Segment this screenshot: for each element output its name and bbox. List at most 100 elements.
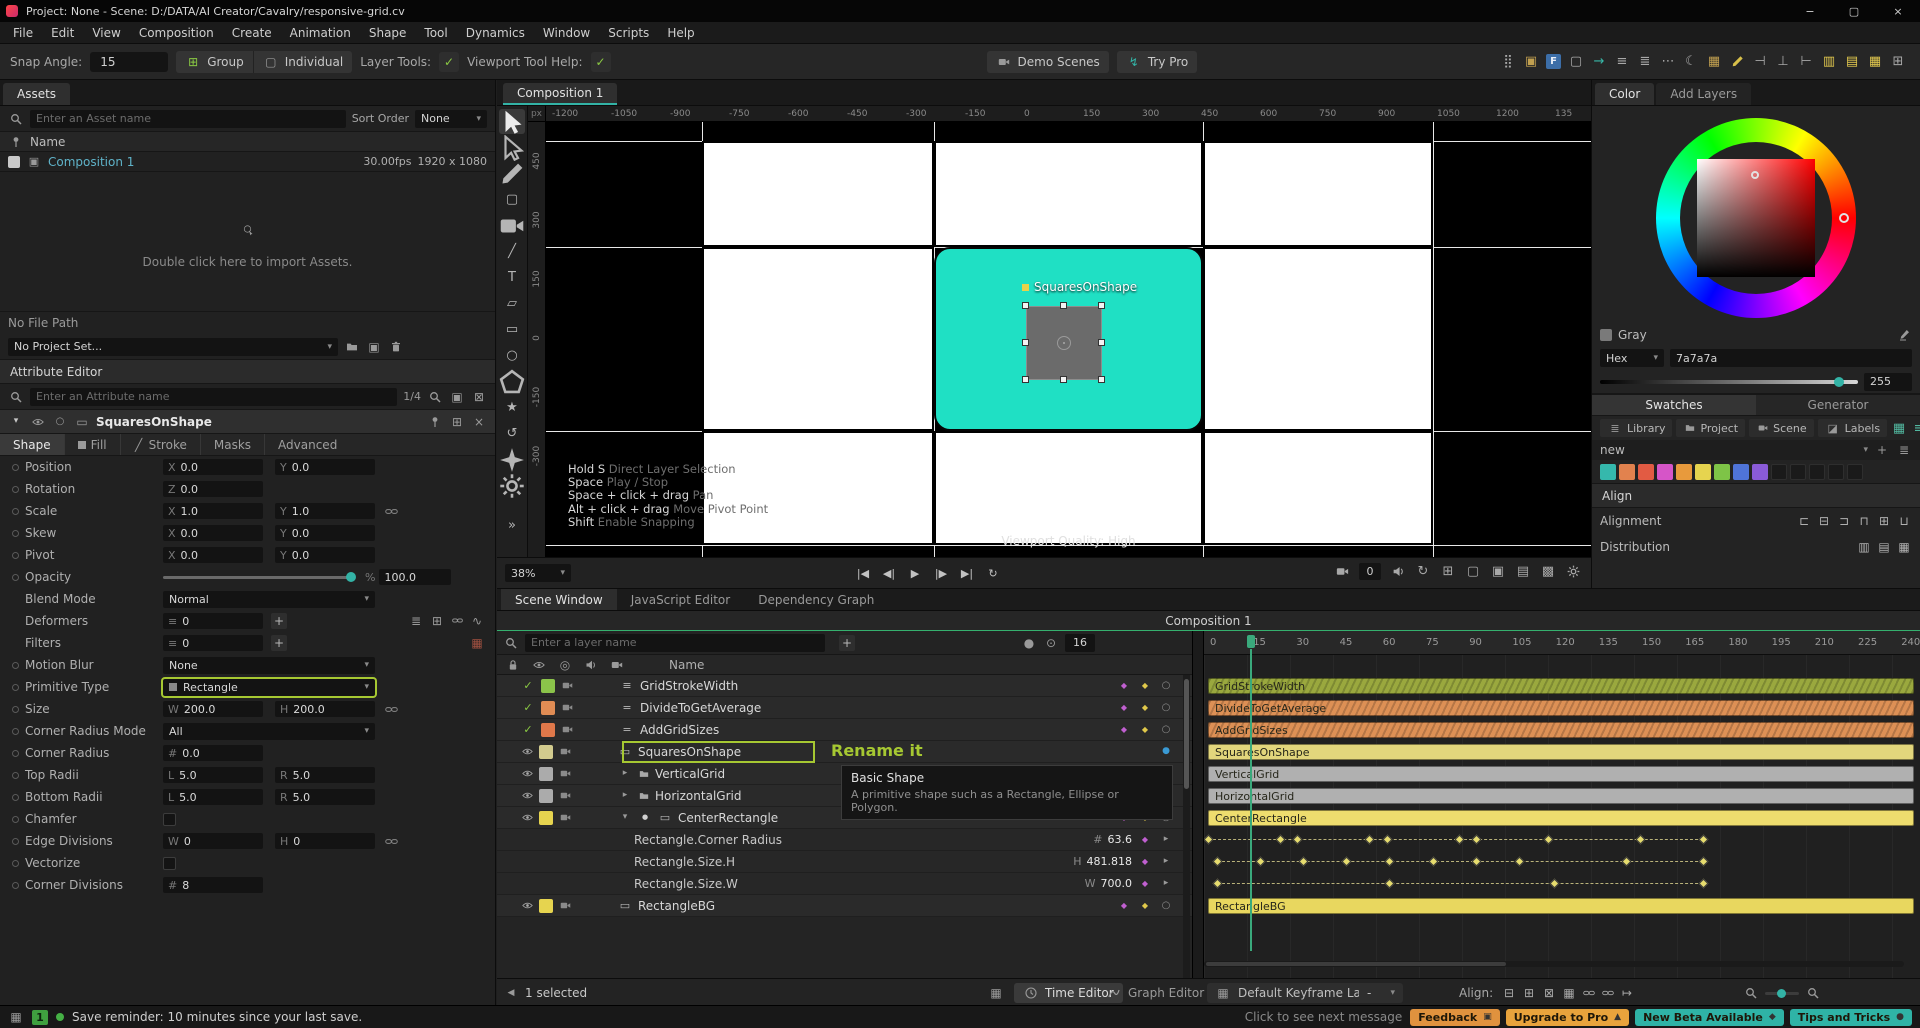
keyframe-dot[interactable] xyxy=(12,552,19,559)
attribute-search-input[interactable]: Enter an Attribute name xyxy=(30,388,397,406)
keyframe[interactable] xyxy=(1382,835,1392,845)
render-visibility-icon[interactable] xyxy=(560,701,574,715)
edge-divisions-field-2[interactable]: H0 xyxy=(275,833,375,849)
keyframe[interactable] xyxy=(1299,857,1309,867)
size-field-2[interactable]: H200.0 xyxy=(275,701,375,717)
filter-slot-icon[interactable]: ▦ xyxy=(469,635,485,651)
position-field-1[interactable]: X0.0 xyxy=(163,459,263,475)
layer-row-dividetogetaverage[interactable]: ✓=DivideToGetAverage◆◆○ xyxy=(497,697,1192,719)
playhead-flag[interactable] xyxy=(1247,635,1255,648)
menu-composition[interactable]: Composition xyxy=(130,26,223,40)
keyframe[interactable] xyxy=(1699,835,1709,845)
property-name[interactable]: Rectangle.Size.H xyxy=(634,855,735,869)
add-deformers-button[interactable]: + xyxy=(271,613,287,629)
camera-tool[interactable] xyxy=(499,213,525,238)
upgrade-to-pro-button[interactable]: Upgrade to Pro▲ xyxy=(1506,1009,1629,1026)
align-center-icon[interactable]: ⊥ xyxy=(1775,54,1791,70)
text-frame-icon[interactable]: F xyxy=(1546,54,1561,69)
next-message-link[interactable]: Click to see next message xyxy=(1245,1010,1402,1024)
keyframe-dot[interactable] xyxy=(12,684,19,691)
speaker-icon[interactable] xyxy=(583,657,599,673)
timeline-bar-rectanglebg[interactable]: RectangleBG xyxy=(1208,898,1914,914)
prev-frame-button[interactable]: ◀| xyxy=(879,563,899,583)
minimize-button[interactable]: − xyxy=(1788,0,1832,22)
pivot-handle[interactable] xyxy=(1057,336,1071,350)
eyedropper-icon[interactable] xyxy=(1896,327,1912,343)
alpha-slider[interactable] xyxy=(1600,380,1858,384)
asset-import-dropzone[interactable]: Double click here to import Assets. xyxy=(0,172,495,312)
menu-help[interactable]: Help xyxy=(658,26,703,40)
footer-panel-toggle[interactable]: ▦ xyxy=(988,983,1004,1003)
keyframe[interactable] xyxy=(1636,835,1646,845)
timeline-bar-addgridsizes[interactable]: AddGridSizes xyxy=(1208,722,1914,738)
filters-field-1[interactable]: ≡0 xyxy=(163,635,263,651)
moon-icon[interactable]: ☾ xyxy=(1683,54,1699,70)
pivot-field-1[interactable]: X0.0 xyxy=(163,547,263,563)
canvas[interactable]: SquaresOnShape Hold S Direct Layer Selec… xyxy=(546,122,1591,557)
shape-label[interactable]: SquaresOnShape xyxy=(1022,280,1137,294)
layer-search-input[interactable]: Enter a layer name xyxy=(525,634,825,652)
visibility-check-icon[interactable]: ✓ xyxy=(520,722,536,738)
top-radii-field-2[interactable]: R5.0 xyxy=(275,767,375,783)
export-arrow-icon[interactable]: → xyxy=(1591,54,1607,70)
align-right-icon[interactable]: ⊐ xyxy=(1836,513,1852,529)
camera-icon[interactable] xyxy=(609,657,625,673)
keyframe-toggle-icon[interactable]: ○ xyxy=(1158,898,1174,914)
panel-frame-icon[interactable]: ▣ xyxy=(1523,54,1539,70)
align-center-v-icon[interactable]: ⊞ xyxy=(1876,513,1892,529)
add-layer-button[interactable]: + xyxy=(839,635,855,651)
selection-handle[interactable] xyxy=(1022,339,1029,346)
active-keyframe-icon[interactable]: ● xyxy=(1158,744,1174,760)
menu-file[interactable]: File xyxy=(4,26,42,40)
rotation-field-1[interactable]: Z0.0 xyxy=(163,481,263,497)
open-folder-icon[interactable] xyxy=(344,339,360,355)
visibility-eye-icon[interactable] xyxy=(520,745,534,759)
maximize-button[interactable]: ▢ xyxy=(1832,0,1876,22)
render-visibility-icon[interactable] xyxy=(558,899,572,913)
keyframe[interactable] xyxy=(1212,857,1222,867)
polygon-tool[interactable] xyxy=(499,369,525,394)
timeline-scrollbar[interactable] xyxy=(1204,961,1904,967)
keyframe[interactable] xyxy=(1515,857,1525,867)
collapse-chevron-icon[interactable]: ▾ xyxy=(8,414,24,430)
tab-composition[interactable]: Composition 1 xyxy=(503,83,617,105)
layer-name[interactable]: HorizontalGrid xyxy=(655,789,741,803)
keyframe[interactable] xyxy=(1365,835,1375,845)
slider-knob[interactable] xyxy=(346,572,356,582)
skew-field-2[interactable]: Y0.0 xyxy=(275,525,375,541)
composition-asset-row[interactable]: ▣ Composition 1 30.00fps 1920 x 1080 xyxy=(0,152,495,172)
skew-tool[interactable]: ▱ xyxy=(499,291,525,316)
keyframe-toggle-icon[interactable]: ○ xyxy=(1158,722,1174,738)
to-end-button[interactable]: ▶| xyxy=(957,563,977,583)
tab-add-layers[interactable]: Add Layers xyxy=(1656,83,1751,105)
timeline-bar-gridstrokewidth[interactable]: GridStrokeWidth xyxy=(1208,678,1914,694)
keyframe[interactable] xyxy=(1621,857,1631,867)
grid-cell[interactable] xyxy=(1203,247,1433,431)
keyframe-dot[interactable] xyxy=(12,508,19,515)
horizontal-ruler[interactable]: -1200-1050-900-750-600-450-300-150015030… xyxy=(546,106,1591,122)
demo-scenes-button[interactable]: Demo Scenes xyxy=(987,51,1109,73)
source-project[interactable]: Project xyxy=(1676,419,1745,437)
add-filters-button[interactable]: + xyxy=(271,635,287,651)
size-field-1[interactable]: W200.0 xyxy=(163,701,263,717)
distribute-right-icon[interactable]: ▦ xyxy=(1896,539,1912,555)
corner-radius-field-1[interactable]: #0.0 xyxy=(163,745,263,761)
swatch-0[interactable] xyxy=(1600,464,1616,480)
playhead[interactable] xyxy=(1250,649,1252,951)
link-icon[interactable] xyxy=(383,503,399,519)
color-mode-dropdown[interactable]: Hex▾ xyxy=(1600,349,1664,367)
primitive-type-dropdown[interactable]: Rectangle▾ xyxy=(163,679,375,696)
keyframe-nav-icon[interactable]: ◆ xyxy=(1137,876,1153,892)
layers-icon[interactable]: ▤ xyxy=(1515,564,1531,580)
marquee-icon[interactable]: ▢ xyxy=(1568,54,1584,70)
layer-color-swatch[interactable] xyxy=(541,701,555,715)
vectorize-checkbox[interactable] xyxy=(163,857,176,870)
loop-button[interactable]: ↻ xyxy=(983,563,1003,583)
panel-divider[interactable] xyxy=(1192,631,1204,978)
next-keyframe-icon[interactable]: ▸ xyxy=(1158,832,1174,848)
grid-cell[interactable] xyxy=(702,247,934,431)
layer-row-addgridsizes[interactable]: ✓=AddGridSizes◆◆○ xyxy=(497,719,1192,741)
keyframe[interactable] xyxy=(1342,857,1352,867)
settings-grid-icon[interactable]: ▣ xyxy=(449,389,465,405)
grid-cell[interactable] xyxy=(934,141,1203,247)
